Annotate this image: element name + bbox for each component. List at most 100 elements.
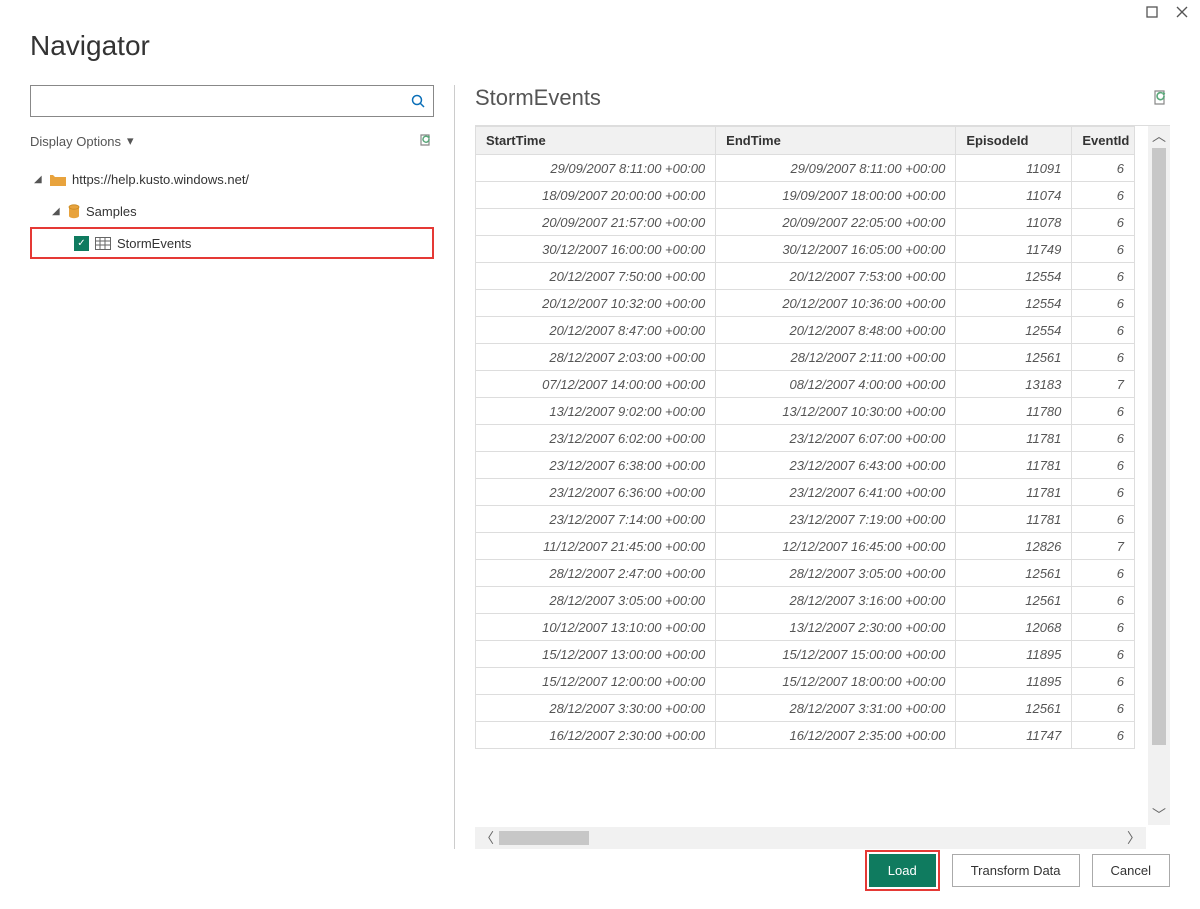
col-header-event[interactable]: EventId: [1072, 127, 1135, 155]
col-header-episode[interactable]: EpisodeId: [956, 127, 1072, 155]
load-button[interactable]: Load: [869, 854, 936, 887]
col-header-start[interactable]: StartTime: [476, 127, 716, 155]
table-row[interactable]: 28/12/2007 2:47:00 +00:0028/12/2007 3:05…: [476, 560, 1135, 587]
table-row[interactable]: 28/12/2007 2:03:00 +00:0028/12/2007 2:11…: [476, 344, 1135, 371]
scroll-thumb[interactable]: [1152, 148, 1166, 745]
cell-start: 28/12/2007 3:05:00 +00:00: [476, 587, 716, 614]
cell-end: 16/12/2007 2:35:00 +00:00: [716, 722, 956, 749]
table-row[interactable]: 20/12/2007 8:47:00 +00:0020/12/2007 8:48…: [476, 317, 1135, 344]
col-header-end[interactable]: EndTime: [716, 127, 956, 155]
cell-episode: 12554: [956, 317, 1072, 344]
scroll-down-icon[interactable]: ﹀: [1148, 805, 1170, 825]
tree-db-node[interactable]: ◢ Samples: [30, 195, 434, 227]
cell-end: 28/12/2007 3:31:00 +00:00: [716, 695, 956, 722]
cell-event: 7: [1072, 533, 1135, 560]
cell-episode: 13183: [956, 371, 1072, 398]
tree-db-label: Samples: [86, 204, 137, 219]
collapse-icon[interactable]: ◢: [52, 206, 62, 217]
checkbox-checked[interactable]: ✓: [74, 236, 89, 251]
search-wrap: [30, 85, 434, 117]
cell-episode: 12068: [956, 614, 1072, 641]
table-row[interactable]: 15/12/2007 13:00:00 +00:0015/12/2007 15:…: [476, 641, 1135, 668]
cell-start: 28/12/2007 2:47:00 +00:00: [476, 560, 716, 587]
search-icon[interactable]: [411, 94, 425, 108]
cell-episode: 12554: [956, 263, 1072, 290]
cell-start: 23/12/2007 6:02:00 +00:00: [476, 425, 716, 452]
tree-table-node[interactable]: ✓ StormEvents: [30, 227, 434, 259]
cell-end: 20/12/2007 10:36:00 +00:00: [716, 290, 956, 317]
table-icon: [95, 237, 111, 250]
cell-end: 08/12/2007 4:00:00 +00:00: [716, 371, 956, 398]
cell-start: 16/12/2007 2:30:00 +00:00: [476, 722, 716, 749]
cell-end: 20/12/2007 8:48:00 +00:00: [716, 317, 956, 344]
table-row[interactable]: 20/12/2007 7:50:00 +00:0020/12/2007 7:53…: [476, 263, 1135, 290]
collapse-icon[interactable]: ◢: [34, 174, 44, 185]
cell-start: 13/12/2007 9:02:00 +00:00: [476, 398, 716, 425]
scroll-up-icon[interactable]: ︿: [1148, 126, 1170, 146]
cell-event: 6: [1072, 506, 1135, 533]
cell-episode: 12561: [956, 560, 1072, 587]
table-row[interactable]: 10/12/2007 13:10:00 +00:0013/12/2007 2:3…: [476, 614, 1135, 641]
table-row[interactable]: 16/12/2007 2:30:00 +00:0016/12/2007 2:35…: [476, 722, 1135, 749]
cell-episode: 11091: [956, 155, 1072, 182]
table-row[interactable]: 23/12/2007 6:38:00 +00:0023/12/2007 6:43…: [476, 452, 1135, 479]
horizontal-scrollbar[interactable]: 〈 〉: [475, 827, 1146, 849]
cell-event: 6: [1072, 722, 1135, 749]
search-input[interactable]: [39, 93, 411, 110]
scroll-thumb[interactable]: [499, 831, 589, 845]
cell-start: 07/12/2007 14:00:00 +00:00: [476, 371, 716, 398]
cell-episode: 11747: [956, 722, 1072, 749]
cell-episode: 11780: [956, 398, 1072, 425]
cell-start: 11/12/2007 21:45:00 +00:00: [476, 533, 716, 560]
window-maximize-icon[interactable]: [1144, 4, 1160, 20]
vertical-scrollbar[interactable]: ︿ ﹀: [1148, 126, 1170, 825]
scroll-right-icon[interactable]: 〉: [1122, 828, 1146, 848]
cell-end: 28/12/2007 3:05:00 +00:00: [716, 560, 956, 587]
cell-event: 6: [1072, 182, 1135, 209]
transform-data-button[interactable]: Transform Data: [952, 854, 1080, 887]
tree-root-label: https://help.kusto.windows.net/: [72, 172, 249, 187]
cell-end: 13/12/2007 10:30:00 +00:00: [716, 398, 956, 425]
cell-event: 6: [1072, 398, 1135, 425]
table-row[interactable]: 20/12/2007 10:32:00 +00:0020/12/2007 10:…: [476, 290, 1135, 317]
cell-end: 23/12/2007 6:43:00 +00:00: [716, 452, 956, 479]
cell-event: 6: [1072, 479, 1135, 506]
cell-episode: 11074: [956, 182, 1072, 209]
cell-start: 20/12/2007 8:47:00 +00:00: [476, 317, 716, 344]
preview-table: StartTime EndTime EpisodeId EventId 29/0…: [475, 126, 1135, 749]
table-row[interactable]: 29/09/2007 8:11:00 +00:0029/09/2007 8:11…: [476, 155, 1135, 182]
cell-event: 6: [1072, 587, 1135, 614]
display-options-label: Display Options: [30, 134, 121, 149]
cell-event: 6: [1072, 641, 1135, 668]
cell-episode: 11781: [956, 506, 1072, 533]
tree-root-node[interactable]: ◢ https://help.kusto.windows.net/: [30, 163, 434, 195]
table-row[interactable]: 23/12/2007 6:36:00 +00:0023/12/2007 6:41…: [476, 479, 1135, 506]
table-row[interactable]: 20/09/2007 21:57:00 +00:0020/09/2007 22:…: [476, 209, 1135, 236]
table-row[interactable]: 15/12/2007 12:00:00 +00:0015/12/2007 18:…: [476, 668, 1135, 695]
cell-start: 10/12/2007 13:10:00 +00:00: [476, 614, 716, 641]
table-row[interactable]: 13/12/2007 9:02:00 +00:0013/12/2007 10:3…: [476, 398, 1135, 425]
table-row[interactable]: 07/12/2007 14:00:00 +00:0008/12/2007 4:0…: [476, 371, 1135, 398]
table-row[interactable]: 11/12/2007 21:45:00 +00:0012/12/2007 16:…: [476, 533, 1135, 560]
refresh-preview-icon[interactable]: [1152, 89, 1170, 107]
cell-event: 6: [1072, 155, 1135, 182]
display-options-dropdown[interactable]: Display Options ▾: [30, 133, 134, 149]
refresh-icon[interactable]: [418, 133, 434, 149]
table-row[interactable]: 30/12/2007 16:00:00 +00:0030/12/2007 16:…: [476, 236, 1135, 263]
cell-event: 6: [1072, 209, 1135, 236]
cancel-button[interactable]: Cancel: [1092, 854, 1170, 887]
table-row[interactable]: 28/12/2007 3:30:00 +00:0028/12/2007 3:31…: [476, 695, 1135, 722]
cell-episode: 11781: [956, 452, 1072, 479]
cell-event: 6: [1072, 263, 1135, 290]
window-close-icon[interactable]: [1174, 4, 1190, 20]
scroll-left-icon[interactable]: 〈: [475, 828, 499, 848]
cell-start: 18/09/2007 20:00:00 +00:00: [476, 182, 716, 209]
table-row[interactable]: 23/12/2007 7:14:00 +00:0023/12/2007 7:19…: [476, 506, 1135, 533]
table-row[interactable]: 23/12/2007 6:02:00 +00:0023/12/2007 6:07…: [476, 425, 1135, 452]
table-row[interactable]: 28/12/2007 3:05:00 +00:0028/12/2007 3:16…: [476, 587, 1135, 614]
cell-start: 28/12/2007 3:30:00 +00:00: [476, 695, 716, 722]
cell-event: 6: [1072, 560, 1135, 587]
cell-start: 30/12/2007 16:00:00 +00:00: [476, 236, 716, 263]
cell-episode: 11749: [956, 236, 1072, 263]
table-row[interactable]: 18/09/2007 20:00:00 +00:0019/09/2007 18:…: [476, 182, 1135, 209]
